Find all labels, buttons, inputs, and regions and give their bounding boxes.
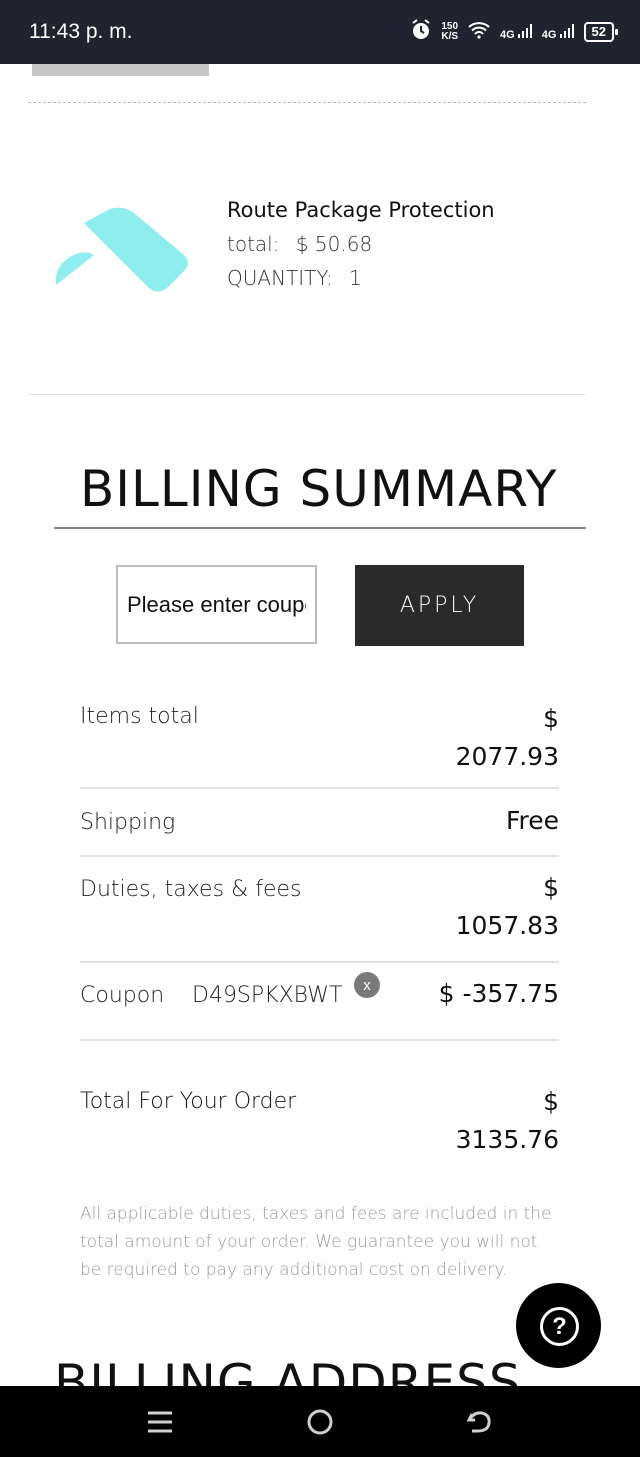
system-navigation-bar bbox=[0, 1386, 640, 1457]
back-arrow-icon bbox=[466, 1411, 491, 1433]
divider bbox=[28, 394, 586, 395]
apply-coupon-button[interactable]: APPLY bbox=[355, 565, 524, 646]
product-name: Route Package Protection bbox=[227, 198, 495, 222]
status-icons: 150 K/S 4G 4G 52 bbox=[411, 18, 619, 46]
items-total-value: $ 2077.93 bbox=[455, 704, 559, 771]
home-circle-icon bbox=[307, 1409, 333, 1435]
order-total-value: $ 3135.76 bbox=[455, 1087, 559, 1154]
menu-icon bbox=[148, 1411, 172, 1433]
product-quantity-value: 1 bbox=[349, 266, 362, 290]
status-time: 11:43 p. m. bbox=[29, 20, 133, 43]
items-total-label: Items total bbox=[80, 704, 199, 729]
network-speed: 150 K/S bbox=[441, 21, 459, 42]
signal-icon: 4G bbox=[542, 23, 574, 41]
product-total-value: $ 50.68 bbox=[295, 232, 373, 256]
shipping-row: Shipping Free bbox=[80, 805, 559, 845]
signal-icon: 4G bbox=[500, 23, 532, 41]
shipping-value: Free bbox=[505, 806, 559, 835]
billing-summary-title: BILLING SUMMARY bbox=[80, 460, 558, 518]
coupon-code: D49SPKXBWT bbox=[192, 983, 343, 1008]
duties-row: Duties, taxes & fees $ 1057.83 bbox=[80, 872, 559, 952]
items-total-row: Items total $ 2077.93 bbox=[80, 700, 559, 780]
product-total: total: $ 50.68 bbox=[227, 232, 495, 256]
remove-coupon-button[interactable]: x bbox=[354, 972, 380, 998]
divider bbox=[80, 1039, 559, 1041]
home-button[interactable] bbox=[300, 1404, 340, 1440]
product-quantity: QUANTITY: 1 bbox=[227, 266, 495, 290]
route-logo-icon bbox=[55, 207, 188, 292]
duties-disclaimer: All applicable duties, taxes and fees ar… bbox=[80, 1204, 552, 1280]
help-icon: ? bbox=[540, 1307, 579, 1346]
product-quantity-label: QUANTITY: bbox=[227, 266, 333, 290]
coupon-value: $ -357.75 bbox=[438, 979, 559, 1008]
battery-icon: 52 bbox=[583, 22, 619, 42]
divider bbox=[28, 102, 586, 103]
coupon-row: Coupon D49SPKXBWT $ -357.75 bbox=[80, 978, 559, 1018]
wifi-icon bbox=[468, 21, 490, 44]
product-info: Route Package Protection total: $ 50.68 … bbox=[227, 198, 495, 290]
status-bar: 11:43 p. m. 150 K/S 4G 4G 52 bbox=[0, 0, 640, 64]
billing-address-title: BILLING ADDRESS bbox=[54, 1354, 522, 1386]
product-total-label: total: bbox=[227, 232, 280, 256]
coupon-label: Coupon bbox=[80, 983, 165, 1008]
order-total-row: Total For Your Order $ 3135.76 bbox=[80, 1083, 559, 1163]
previous-item-image bbox=[32, 64, 209, 76]
recent-apps-button[interactable] bbox=[140, 1404, 180, 1440]
divider bbox=[80, 855, 559, 857]
divider bbox=[54, 527, 586, 529]
shipping-label: Shipping bbox=[80, 810, 176, 835]
divider bbox=[80, 961, 559, 963]
duties-value: $ 1057.83 bbox=[455, 873, 559, 940]
order-total-label: Total For Your Order bbox=[80, 1089, 297, 1114]
divider bbox=[80, 787, 559, 789]
coupon-input[interactable] bbox=[116, 565, 317, 644]
back-button[interactable] bbox=[460, 1404, 500, 1440]
alarm-icon bbox=[411, 18, 431, 46]
help-button[interactable]: ? bbox=[516, 1283, 601, 1368]
duties-label: Duties, taxes & fees bbox=[80, 877, 302, 902]
